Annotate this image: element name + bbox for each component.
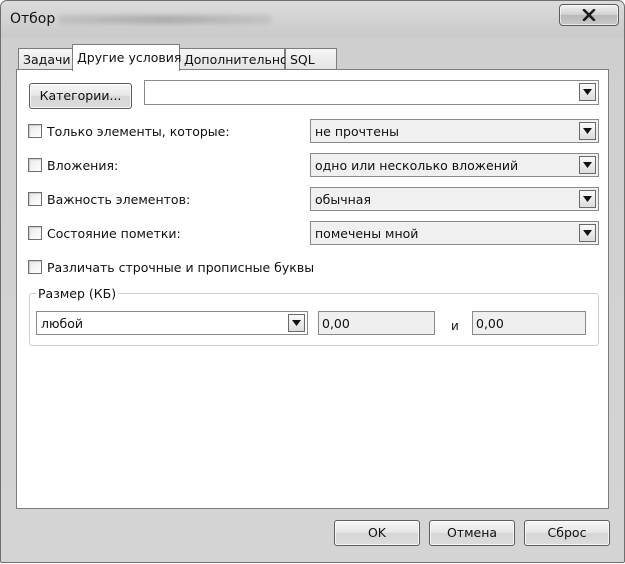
- attachments-checkbox[interactable]: [28, 158, 42, 172]
- chevron-down-icon[interactable]: [288, 314, 305, 332]
- importance-checkbox[interactable]: [28, 192, 42, 206]
- ok-button-label: OK: [367, 525, 387, 540]
- flag-status-checkbox[interactable]: [28, 226, 42, 240]
- flag-status-select[interactable]: помечены мной: [310, 221, 599, 245]
- tab-additional-label: Дополнительно: [184, 52, 288, 67]
- chevron-down-icon[interactable]: [579, 224, 596, 242]
- case-sensitive-label: Различать строчные и прописные буквы: [47, 259, 315, 275]
- condition-read-status[interactable]: Только элементы, которые:: [28, 122, 230, 140]
- size-mode-select[interactable]: любой: [36, 311, 308, 335]
- read-status-select[interactable]: не прочтены: [310, 119, 599, 143]
- tab-other-conditions[interactable]: Другие условия: [72, 44, 182, 71]
- chevron-down-icon[interactable]: [579, 190, 596, 208]
- flag-status-label: Состояние пометки:: [47, 225, 181, 241]
- close-icon: [582, 9, 596, 21]
- tab-other-conditions-label: Другие условия: [77, 50, 182, 65]
- attachments-label: Вложения:: [47, 157, 119, 173]
- window-title: Отбор: [10, 11, 56, 27]
- size-mode-value: любой: [41, 316, 83, 331]
- ok-button[interactable]: OK: [334, 520, 420, 546]
- reset-button[interactable]: Сброс: [524, 520, 610, 546]
- condition-attachments[interactable]: Вложения:: [28, 156, 118, 174]
- tab-tasks[interactable]: Задачи: [18, 48, 73, 70]
- tab-sql[interactable]: SQL: [285, 48, 337, 70]
- read-status-checkbox[interactable]: [28, 124, 42, 138]
- importance-select[interactable]: обычная: [310, 187, 599, 211]
- reset-button-label: Сброс: [547, 525, 587, 540]
- categories-button-label: Категории...: [39, 88, 122, 103]
- read-status-value: не прочтены: [315, 124, 399, 139]
- size-to-field[interactable]: 0,00: [472, 311, 586, 335]
- chevron-down-icon[interactable]: [579, 122, 596, 140]
- size-from-value: 0,00: [322, 316, 350, 331]
- condition-flag-status[interactable]: Состояние пометки:: [28, 224, 181, 242]
- attachments-select[interactable]: одно или несколько вложений: [310, 153, 599, 177]
- categories-combo[interactable]: [144, 80, 599, 105]
- importance-value: обычная: [315, 192, 371, 207]
- close-button[interactable]: [559, 4, 619, 26]
- cancel-button[interactable]: Отмена: [429, 520, 515, 546]
- blurred-title-text: [59, 15, 271, 24]
- read-status-label: Только элементы, которые:: [47, 123, 230, 139]
- size-to-value: 0,00: [476, 316, 504, 331]
- chevron-down-icon[interactable]: [579, 156, 596, 174]
- attachments-value: одно или несколько вложений: [315, 158, 519, 173]
- case-sensitive-checkbox[interactable]: [28, 260, 42, 274]
- case-sensitive-option[interactable]: Различать строчные и прописные буквы: [28, 258, 314, 276]
- importance-label: Важность элементов:: [47, 191, 191, 207]
- categories-button[interactable]: Категории...: [29, 83, 132, 109]
- tab-tasks-label: Задачи: [23, 52, 71, 67]
- condition-importance[interactable]: Важность элементов:: [28, 190, 190, 208]
- chevron-down-icon[interactable]: [579, 83, 596, 101]
- cancel-button-label: Отмена: [446, 525, 498, 540]
- filter-dialog: Отбор Задачи Другие условия Дополнительн…: [0, 0, 625, 563]
- tab-additional[interactable]: Дополнительно: [179, 48, 288, 70]
- tab-sql-label: SQL: [290, 52, 315, 67]
- size-from-field[interactable]: 0,00: [318, 311, 435, 335]
- flag-status-value: помечены мной: [315, 226, 419, 241]
